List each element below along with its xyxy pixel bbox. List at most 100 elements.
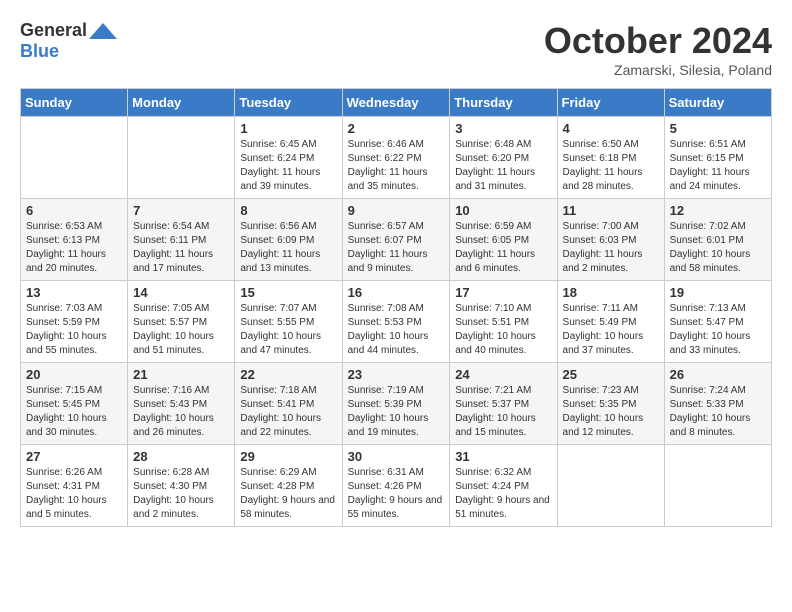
day-info: Sunrise: 7:13 AMSunset: 5:47 PMDaylight:… xyxy=(670,302,766,358)
day-info: Sunrise: 6:51 AMSunset: 6:15 PMDaylight:… xyxy=(670,138,766,194)
location-text: Zamarski, Silesia, Poland xyxy=(544,62,772,78)
calendar-week-row: 6 Sunrise: 6:53 AMSunset: 6:13 PMDaylight… xyxy=(21,199,772,281)
logo-blue-text: Blue xyxy=(20,41,59,62)
logo-icon xyxy=(89,21,117,41)
day-number: 2 xyxy=(348,121,445,136)
table-row: 1Sunrise: 6:45 AMSunset: 6:24 PMDaylight… xyxy=(235,117,342,199)
day-number: 14 xyxy=(133,285,229,300)
day-info: Sunrise: 7:08 AMSunset: 5:53 PMDaylight:… xyxy=(348,302,445,358)
day-number: 13 xyxy=(26,285,122,300)
day-info: Sunrise: 7:21 AMSunset: 5:37 PMDaylight:… xyxy=(455,384,551,440)
table-row: 25 Sunrise: 7:23 AMSunset: 5:35 PMDayligh… xyxy=(557,363,664,445)
day-info: Sunrise: 7:05 AMSunset: 5:57 PMDaylight:… xyxy=(133,302,229,358)
table-row xyxy=(557,445,664,527)
header-thursday: Thursday xyxy=(450,89,557,117)
day-number: 20 xyxy=(26,367,122,382)
table-row: 26 Sunrise: 7:24 AMSunset: 5:33 PMDayligh… xyxy=(664,363,771,445)
day-info: Sunrise: 7:23 AMSunset: 5:35 PMDaylight:… xyxy=(563,384,659,440)
day-info: Sunrise: 7:16 AMSunset: 5:43 PMDaylight:… xyxy=(133,384,229,440)
calendar-week-row: 20 Sunrise: 7:15 AMSunset: 5:45 PMDayligh… xyxy=(21,363,772,445)
table-row: 13 Sunrise: 7:03 AMSunset: 5:59 PMDayligh… xyxy=(21,281,128,363)
day-number: 16 xyxy=(348,285,445,300)
table-row: 27 Sunrise: 6:26 AMSunset: 4:31 PMDayligh… xyxy=(21,445,128,527)
day-info: Sunrise: 7:18 AMSunset: 5:41 PMDaylight:… xyxy=(240,384,336,440)
table-row: 30 Sunrise: 6:31 AMSunset: 4:26 PMDayligh… xyxy=(342,445,450,527)
day-info: Sunrise: 6:53 AMSunset: 6:13 PMDaylight:… xyxy=(26,220,122,276)
header-monday: Monday xyxy=(128,89,235,117)
day-number: 3 xyxy=(455,121,551,136)
day-number: 29 xyxy=(240,449,336,464)
day-number: 25 xyxy=(563,367,659,382)
day-number: 1 xyxy=(240,121,336,136)
day-info: Sunrise: 7:03 AMSunset: 5:59 PMDaylight:… xyxy=(26,302,122,358)
calendar-week-row: 13 Sunrise: 7:03 AMSunset: 5:59 PMDayligh… xyxy=(21,281,772,363)
table-row xyxy=(128,117,235,199)
table-row: 29 Sunrise: 6:29 AMSunset: 4:28 PMDayligh… xyxy=(235,445,342,527)
day-number: 24 xyxy=(455,367,551,382)
table-row: 17Sunrise: 7:10 AMSunset: 5:51 PMDayligh… xyxy=(450,281,557,363)
table-row xyxy=(664,445,771,527)
day-info: Sunrise: 7:24 AMSunset: 5:33 PMDaylight:… xyxy=(670,384,766,440)
day-info: Sunrise: 6:54 AMSunset: 6:11 PMDaylight:… xyxy=(133,220,229,276)
table-row: 20 Sunrise: 7:15 AMSunset: 5:45 PMDayligh… xyxy=(21,363,128,445)
day-number: 23 xyxy=(348,367,445,382)
table-row: 14 Sunrise: 7:05 AMSunset: 5:57 PMDayligh… xyxy=(128,281,235,363)
calendar-header-row: Sunday Monday Tuesday Wednesday Thursday… xyxy=(21,89,772,117)
day-info: Sunrise: 6:59 AMSunset: 6:05 PMDaylight:… xyxy=(455,220,551,276)
day-number: 27 xyxy=(26,449,122,464)
table-row: 15 Sunrise: 7:07 AMSunset: 5:55 PMDayligh… xyxy=(235,281,342,363)
table-row: 28Sunrise: 6:28 AMSunset: 4:30 PMDayligh… xyxy=(128,445,235,527)
calendar-week-row: 27 Sunrise: 6:26 AMSunset: 4:31 PMDayligh… xyxy=(21,445,772,527)
day-number: 9 xyxy=(348,203,445,218)
table-row: 6 Sunrise: 6:53 AMSunset: 6:13 PMDaylight… xyxy=(21,199,128,281)
day-info: Sunrise: 7:15 AMSunset: 5:45 PMDaylight:… xyxy=(26,384,122,440)
day-info: Sunrise: 6:31 AMSunset: 4:26 PMDaylight:… xyxy=(348,466,445,522)
header-tuesday: Tuesday xyxy=(235,89,342,117)
day-number: 15 xyxy=(240,285,336,300)
day-number: 30 xyxy=(348,449,445,464)
day-number: 10 xyxy=(455,203,551,218)
table-row: 11 Sunrise: 7:00 AMSunset: 6:03 PMDayligh… xyxy=(557,199,664,281)
day-number: 11 xyxy=(563,203,659,218)
day-number: 7 xyxy=(133,203,229,218)
day-info: Sunrise: 6:46 AMSunset: 6:22 PMDaylight:… xyxy=(348,138,445,194)
day-info: Sunrise: 6:26 AMSunset: 4:31 PMDaylight:… xyxy=(26,466,122,522)
day-number: 8 xyxy=(240,203,336,218)
title-block: October 2024 Zamarski, Silesia, Poland xyxy=(544,20,772,78)
day-info: Sunrise: 7:07 AMSunset: 5:55 PMDaylight:… xyxy=(240,302,336,358)
table-row xyxy=(21,117,128,199)
day-info: Sunrise: 6:56 AMSunset: 6:09 PMDaylight:… xyxy=(240,220,336,276)
calendar-week-row: 1Sunrise: 6:45 AMSunset: 6:24 PMDaylight… xyxy=(21,117,772,199)
logo: General Blue xyxy=(20,20,117,62)
day-number: 4 xyxy=(563,121,659,136)
day-info: Sunrise: 7:00 AMSunset: 6:03 PMDaylight:… xyxy=(563,220,659,276)
day-number: 18 xyxy=(563,285,659,300)
day-number: 28 xyxy=(133,449,229,464)
day-number: 6 xyxy=(26,203,122,218)
header-sunday: Sunday xyxy=(21,89,128,117)
table-row: 18Sunrise: 7:11 AMSunset: 5:49 PMDayligh… xyxy=(557,281,664,363)
day-number: 5 xyxy=(670,121,766,136)
table-row: 12Sunrise: 7:02 AMSunset: 6:01 PMDayligh… xyxy=(664,199,771,281)
table-row: 3Sunrise: 6:48 AMSunset: 6:20 PMDaylight… xyxy=(450,117,557,199)
header-saturday: Saturday xyxy=(664,89,771,117)
table-row: 16 Sunrise: 7:08 AMSunset: 5:53 PMDayligh… xyxy=(342,281,450,363)
day-number: 21 xyxy=(133,367,229,382)
day-info: Sunrise: 6:29 AMSunset: 4:28 PMDaylight:… xyxy=(240,466,336,522)
day-number: 17 xyxy=(455,285,551,300)
table-row: 9 Sunrise: 6:57 AMSunset: 6:07 PMDaylight… xyxy=(342,199,450,281)
day-number: 26 xyxy=(670,367,766,382)
table-row: 21 Sunrise: 7:16 AMSunset: 5:43 PMDayligh… xyxy=(128,363,235,445)
table-row: 31Sunrise: 6:32 AMSunset: 4:24 PMDayligh… xyxy=(450,445,557,527)
day-info: Sunrise: 6:57 AMSunset: 6:07 PMDaylight:… xyxy=(348,220,445,276)
table-row: 22Sunrise: 7:18 AMSunset: 5:41 PMDayligh… xyxy=(235,363,342,445)
header-wednesday: Wednesday xyxy=(342,89,450,117)
table-row: 19Sunrise: 7:13 AMSunset: 5:47 PMDayligh… xyxy=(664,281,771,363)
table-row: 2 Sunrise: 6:46 AMSunset: 6:22 PMDaylight… xyxy=(342,117,450,199)
day-info: Sunrise: 6:50 AMSunset: 6:18 PMDaylight:… xyxy=(563,138,659,194)
page-header: General Blue October 2024 Zamarski, Sile… xyxy=(20,20,772,78)
month-title: October 2024 xyxy=(544,20,772,62)
day-info: Sunrise: 7:19 AMSunset: 5:39 PMDaylight:… xyxy=(348,384,445,440)
table-row: 24 Sunrise: 7:21 AMSunset: 5:37 PMDayligh… xyxy=(450,363,557,445)
header-friday: Friday xyxy=(557,89,664,117)
